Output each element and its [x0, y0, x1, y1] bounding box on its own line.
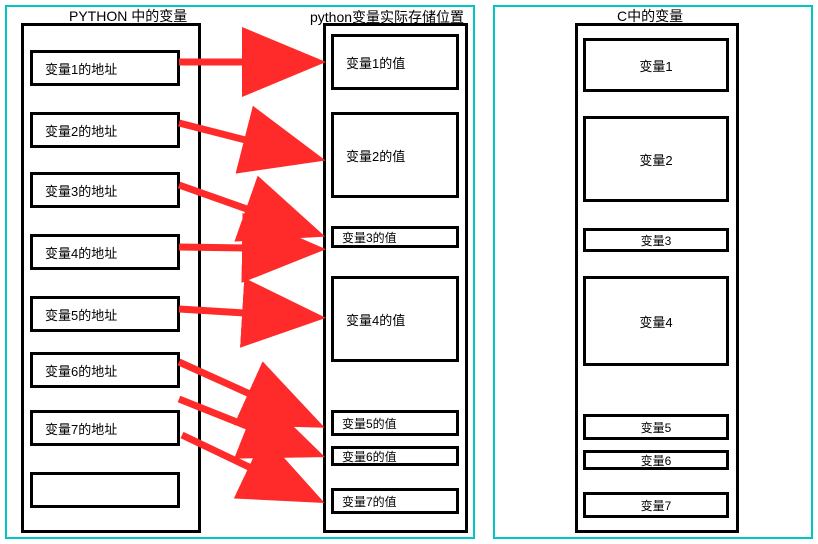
c-cell-7: 变量7	[583, 492, 729, 518]
addr-cell-4: 变量4的地址	[30, 234, 180, 270]
addr-cell-empty	[30, 472, 180, 508]
value-cell-2: 变量2的值	[331, 112, 459, 198]
value-cell-5: 变量5的值	[331, 410, 459, 436]
addr-cell-5: 变量5的地址	[30, 296, 180, 332]
addr-cell-7: 变量7的地址	[30, 410, 180, 446]
value-cell-6: 变量6的值	[331, 446, 459, 466]
addr-cell-3: 变量3的地址	[30, 172, 180, 208]
python-address-stack: 变量1的地址 变量2的地址 变量3的地址 变量4的地址 变量5的地址 变量6的地…	[21, 23, 201, 533]
c-cell-6: 变量6	[583, 450, 729, 470]
value-cell-1: 变量1的值	[331, 34, 459, 90]
python-value-stack: 变量1的值 变量2的值 变量3的值 变量4的值 变量5的值 变量6的值 变量7的…	[323, 23, 468, 533]
c-cell-2: 变量2	[583, 116, 729, 202]
addr-cell-6: 变量6的地址	[30, 352, 180, 388]
addr-cell-2: 变量2的地址	[30, 112, 180, 148]
arrow-8	[182, 435, 312, 497]
c-cell-1: 变量1	[583, 38, 729, 92]
c-cell-4: 变量4	[583, 276, 729, 366]
python-panel: PYTHON 中的变量 python变量实际存储位置 变量1的地址 变量2的地址…	[5, 5, 475, 539]
value-cell-7: 变量7的值	[331, 488, 459, 514]
value-cell-3: 变量3的值	[331, 226, 459, 248]
addr-cell-1: 变量1的地址	[30, 50, 180, 86]
c-cell-5: 变量5	[583, 414, 729, 440]
c-panel: C中的变量 变量1 变量2 变量3 变量4 变量5 变量6 变量7	[493, 5, 813, 539]
c-cell-3: 变量3	[583, 228, 729, 252]
value-cell-4: 变量4的值	[331, 276, 459, 362]
c-var-stack: 变量1 变量2 变量3 变量4 变量5 变量6 变量7	[575, 23, 739, 533]
